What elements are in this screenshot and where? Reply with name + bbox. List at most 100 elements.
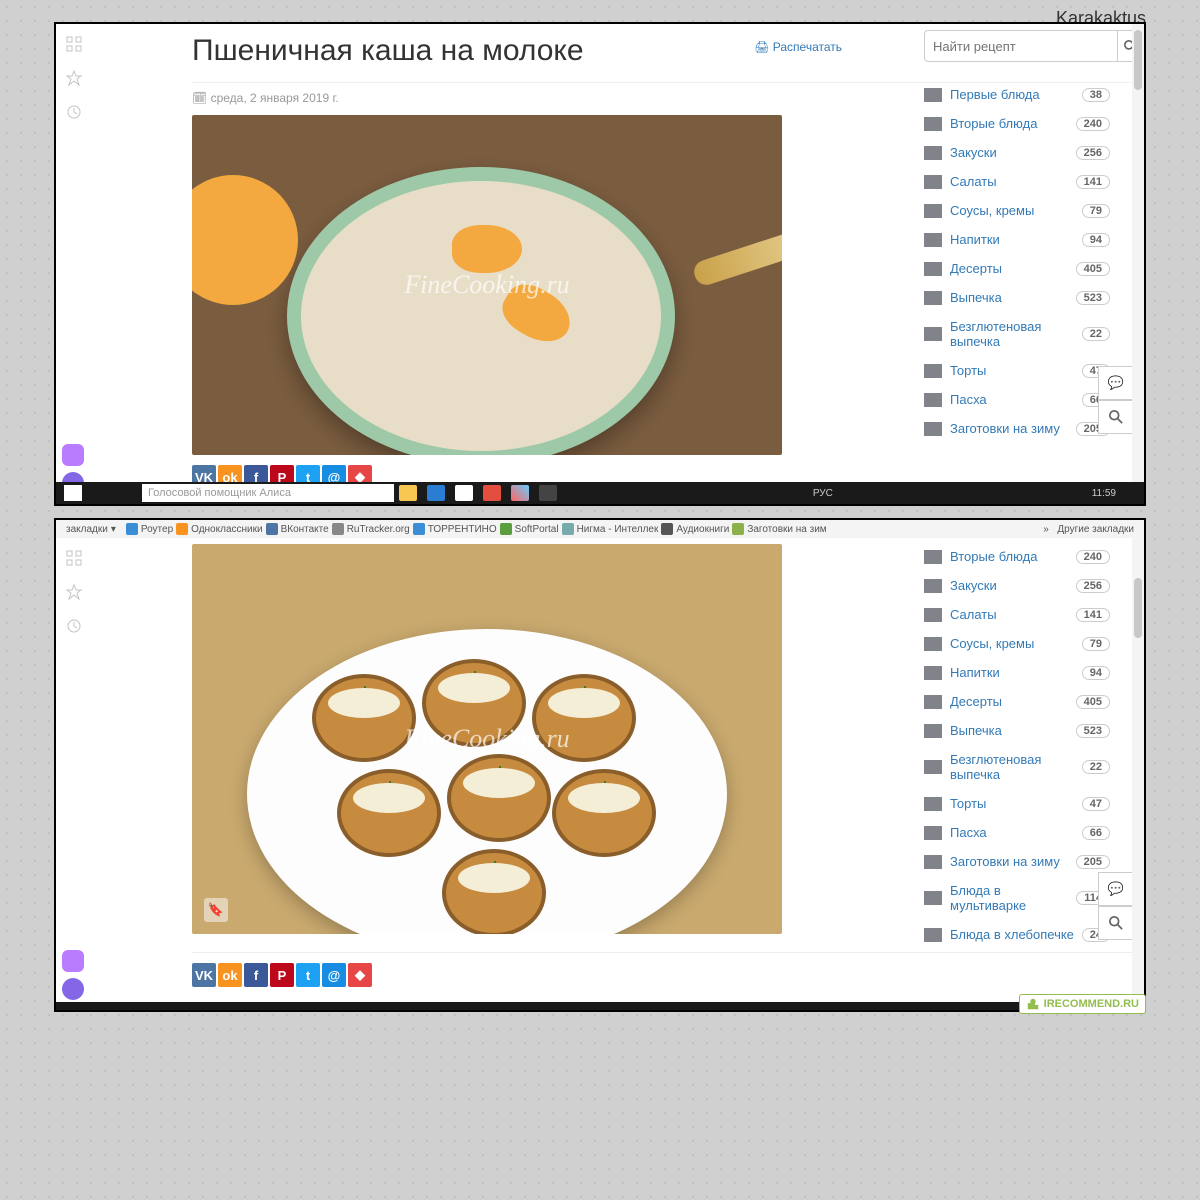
scrollbar[interactable]	[1132, 538, 1144, 1010]
float-buttons: 💬	[1098, 872, 1132, 940]
bookmark-item[interactable]: Аудиокниги	[661, 523, 729, 535]
category-icon	[924, 393, 942, 407]
share-button[interactable]: @	[322, 963, 346, 987]
bookmark-icon[interactable]: 🔖	[204, 898, 228, 922]
category-name: Безглютеновая выпечка	[950, 319, 1082, 349]
taskbar-app-4[interactable]	[483, 485, 501, 501]
category-count: 205	[1076, 855, 1110, 869]
bookmark-item[interactable]: Одноклассники	[176, 523, 262, 535]
category-name: Безглютеновая выпечка	[950, 752, 1082, 782]
share-button[interactable]: VK	[192, 963, 216, 987]
share-bar: VKokfPt@◆	[192, 963, 1132, 987]
bookmark-item[interactable]: RuTracker.org	[332, 523, 410, 535]
category-item[interactable]: Салаты141	[924, 600, 1110, 629]
category-item[interactable]: Десерты405	[924, 254, 1110, 283]
category-count: 240	[1076, 550, 1110, 564]
taskbar: Голосовой помощник Алиса РУС 11:59	[56, 482, 1144, 504]
category-name: Пасха	[950, 825, 1082, 840]
apps-icon[interactable]	[66, 36, 82, 52]
category-item[interactable]: Безглютеновая выпечка22	[924, 312, 1110, 356]
browser-sidebar	[56, 24, 93, 504]
share-button[interactable]: ok	[218, 963, 242, 987]
category-icon	[924, 695, 942, 709]
search-button[interactable]	[1118, 30, 1132, 62]
category-item[interactable]: Салаты141	[924, 167, 1110, 196]
category-item[interactable]: Соусы, кремы79	[924, 196, 1110, 225]
bookmark-item[interactable]: ВКонтакте	[266, 523, 329, 535]
category-count: 66	[1082, 826, 1110, 840]
extension-icon-1[interactable]	[62, 444, 84, 466]
bookmark-item[interactable]: Нигма - Интеллек	[562, 523, 659, 535]
apps-icon[interactable]	[66, 550, 82, 566]
category-count: 405	[1076, 695, 1110, 709]
bookmark-item[interactable]: ТОРРЕНТИНО	[413, 523, 497, 535]
star-icon[interactable]	[66, 584, 82, 600]
share-button[interactable]: f	[244, 963, 268, 987]
category-item[interactable]: Пасха66	[924, 385, 1110, 414]
category-count: 256	[1076, 579, 1110, 593]
category-name: Десерты	[950, 261, 1076, 276]
category-item[interactable]: Первые блюда38	[924, 80, 1110, 109]
category-name: Заготовки на зиму	[950, 421, 1076, 436]
taskbar-app-3[interactable]	[455, 485, 473, 501]
taskbar-app-2[interactable]	[427, 485, 445, 501]
star-icon[interactable]	[66, 70, 82, 86]
category-name: Соусы, кремы	[950, 203, 1082, 218]
clock-icon[interactable]	[66, 104, 82, 120]
category-icon	[924, 262, 942, 276]
category-count: 38	[1082, 88, 1110, 102]
category-item[interactable]: Выпечка523	[924, 283, 1110, 312]
category-icon	[924, 88, 942, 102]
other-bookmarks[interactable]: Другие закладки	[1057, 524, 1134, 535]
category-item[interactable]: Закуски256	[924, 571, 1110, 600]
category-name: Соусы, кремы	[950, 636, 1082, 651]
category-item[interactable]: Заготовки на зиму205	[924, 414, 1110, 443]
category-item[interactable]: Блюда в хлебопечке24	[924, 920, 1110, 949]
category-item[interactable]: Безглютеновая выпечка22	[924, 745, 1110, 789]
category-item[interactable]: Напитки94	[924, 658, 1110, 687]
irecommend-badge[interactable]: IRECOMMEND.RU	[1019, 994, 1146, 1014]
category-item[interactable]: Вторые блюда240	[924, 542, 1110, 571]
category-item[interactable]: Торты47	[924, 356, 1110, 385]
category-name: Заготовки на зиму	[950, 854, 1076, 869]
category-icon	[924, 550, 942, 564]
taskbar-lang[interactable]: РУС	[813, 488, 833, 499]
share-button[interactable]: t	[296, 963, 320, 987]
taskbar-app-1[interactable]	[399, 485, 417, 501]
bookmark-item[interactable]: SoftPortal	[500, 523, 559, 535]
search-float-button[interactable]	[1098, 400, 1132, 434]
category-icon	[924, 826, 942, 840]
taskbar-search[interactable]: Голосовой помощник Алиса	[142, 484, 394, 502]
category-name: Торты	[950, 796, 1082, 811]
sidebar: Первые блюда38Вторые блюда240Закуски256С…	[924, 30, 1110, 443]
bookmark-item[interactable]: Роутер	[126, 523, 173, 535]
category-item[interactable]: Выпечка523	[924, 716, 1110, 745]
search-input[interactable]	[924, 30, 1118, 62]
taskbar-app-5[interactable]	[511, 485, 529, 501]
category-item[interactable]: Соусы, кремы79	[924, 629, 1110, 658]
extension-icon-2[interactable]	[62, 978, 84, 1000]
category-item[interactable]: Блюда в мультиварке114	[924, 876, 1110, 920]
comment-button[interactable]: 💬	[1098, 872, 1132, 906]
scrollbar[interactable]	[1132, 24, 1144, 504]
search-float-button[interactable]	[1098, 906, 1132, 940]
bookmark-item[interactable]: Заготовки на зим	[732, 523, 826, 535]
clock-icon[interactable]	[66, 618, 82, 634]
category-item[interactable]: Пасха66	[924, 818, 1110, 847]
category-item[interactable]: Заготовки на зиму205	[924, 847, 1110, 876]
bookmarks-menu[interactable]: закладки ▾	[66, 524, 116, 535]
windows-icon[interactable]	[64, 485, 82, 501]
category-item[interactable]: Напитки94	[924, 225, 1110, 254]
extension-icon-1[interactable]	[62, 950, 84, 972]
share-button[interactable]: P	[270, 963, 294, 987]
category-item[interactable]: Десерты405	[924, 687, 1110, 716]
comment-button[interactable]: 💬	[1098, 366, 1132, 400]
category-count: 523	[1076, 724, 1110, 738]
category-item[interactable]: Торты47	[924, 789, 1110, 818]
category-item[interactable]: Закуски256	[924, 138, 1110, 167]
category-item[interactable]: Вторые блюда240	[924, 109, 1110, 138]
print-link[interactable]: 🖨 Распечатать	[754, 40, 842, 54]
taskbar-app-6[interactable]	[539, 485, 557, 501]
share-button[interactable]: ◆	[348, 963, 372, 987]
category-name: Выпечка	[950, 290, 1076, 305]
